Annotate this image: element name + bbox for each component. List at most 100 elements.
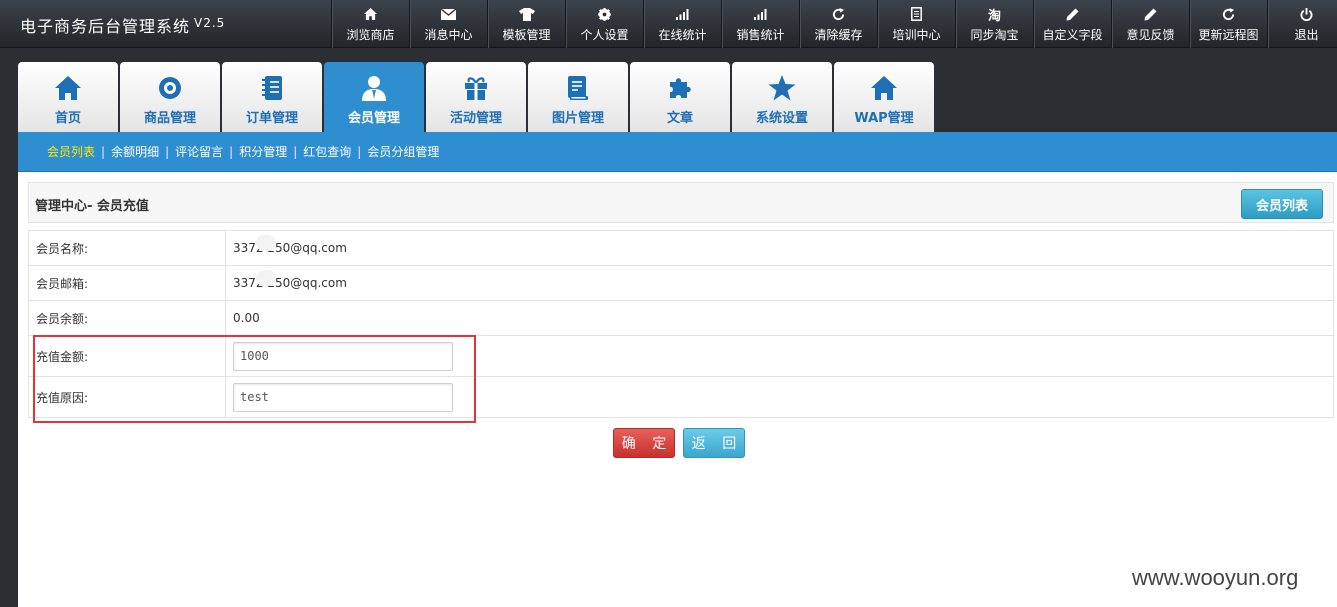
topnav-logout[interactable]: 退出 [1267,0,1337,48]
tab-label: 会员管理 [347,111,400,126]
confirm-button[interactable]: 确 定 [613,428,675,458]
form-row-member-balance: 会员余额: 0.00 [28,300,1334,336]
topnav-label: 消息中心 [424,28,473,42]
member-list-button[interactable]: 会员列表 [1241,189,1323,219]
tab-images[interactable]: 图片管理 [528,62,628,132]
tab-label: 订单管理 [245,111,298,126]
recharge-form: 会员名称: 3372 250@qq.com 会员邮箱: 3372 250@qq.… [28,230,1334,418]
subnav-separator: | [293,144,298,159]
topnav-label: 清除缓存 [814,28,863,42]
topnav-update-remote-images[interactable]: 更新远程图 [1189,0,1267,48]
subnav-separator: | [101,144,106,159]
home-icon [55,74,81,102]
notebook-icon [262,74,282,102]
topnav-training-center[interactable]: 培训中心 [877,0,955,48]
sub-nav: 会员列表 | 余额明细 | 评论留言 | 积分管理 | 红包查询 | 会员分组管… [18,132,1337,172]
field-label: 会员名称: [28,230,226,266]
app-title: 电子商务后台管理系统 V2.5 [20,13,225,37]
page-title: 管理中心- 会员充值 [35,199,149,214]
topnav-sync-taobao[interactable]: 淘 同步淘宝 [955,0,1033,48]
pencil-icon [1144,6,1157,22]
home-icon [871,74,897,102]
topnav-label: 更新远程图 [1198,28,1259,42]
main-panel: 首页 商品管理 订单管理 会员管理 活动管理 图片管理 文章 系统设置 WAP管… [18,48,1337,607]
top-nav: 浏览商店 消息中心 模板管理 个人设置 在线统计 销售统计 清除缓存 培训中心 … [331,0,1337,48]
panel-header: 管理中心- 会员充值 会员列表 [28,182,1334,223]
disc-icon [158,74,182,102]
tab-products[interactable]: 商品管理 [120,62,220,132]
topnav-browse-store[interactable]: 浏览商店 [331,0,409,48]
subnav-separator: | [229,144,234,159]
topnav-label: 培训中心 [892,28,941,42]
topnav-label: 退出 [1294,28,1319,42]
star-icon [768,74,796,102]
document-icon [911,6,922,22]
signal-icon [754,6,767,22]
user-icon [361,74,387,102]
recharge-reason-input[interactable] [233,382,453,412]
watermark: www.wooyun.org [1132,565,1299,590]
subnav-separator: | [357,144,362,159]
member-email-value: 3372 250@qq.com [225,265,1334,301]
tab-label: 系统设置 [755,111,808,126]
tab-home[interactable]: 首页 [18,62,118,132]
redaction-mask [256,235,276,251]
tab-system-settings[interactable]: 系统设置 [732,62,832,132]
topnav-label: 浏览商店 [346,28,395,42]
tshirt-icon [518,6,535,22]
form-row-member-email: 会员邮箱: 3372 250@qq.com [28,265,1334,301]
tab-wap[interactable]: WAP管理 [834,62,934,132]
tab-articles[interactable]: 文章 [630,62,730,132]
subnav-comments[interactable]: 评论留言 [175,143,223,160]
topnav-custom-fields[interactable]: 自定义字段 [1033,0,1111,48]
topnav-sales-stats[interactable]: 销售统计 [721,0,799,48]
member-name-value: 3372 250@qq.com [225,230,1334,266]
topnav-label: 模板管理 [502,28,551,42]
subnav-separator: | [165,144,170,159]
tab-label: 活动管理 [449,111,502,126]
refresh-icon [832,6,845,22]
field-label: 充值原因: [28,376,226,418]
subnav-member-groups[interactable]: 会员分组管理 [367,143,439,160]
tab-activities[interactable]: 活动管理 [426,62,526,132]
recharge-reason-cell [225,376,1334,418]
tab-label: 首页 [54,111,81,126]
app-name: 电子商务后台管理系统 [20,17,191,36]
puzzle-icon [668,74,692,102]
form-row-member-name: 会员名称: 3372 250@qq.com [28,230,1334,266]
recharge-amount-input[interactable] [233,341,453,371]
gear-icon [598,6,611,22]
form-row-recharge-amount: 充值金额: [28,335,1334,377]
topnav-label: 意见反馈 [1126,28,1175,42]
back-button[interactable]: 返 回 [683,428,745,458]
book-icon [568,74,588,102]
recharge-amount-cell [225,335,1334,377]
app-version: V2.5 [194,16,226,30]
topnav-personal-settings[interactable]: 个人设置 [565,0,643,48]
module-tabs: 首页 商品管理 订单管理 会员管理 活动管理 图片管理 文章 系统设置 WAP管… [18,62,936,132]
subnav-member-list[interactable]: 会员列表 [47,143,95,160]
envelope-icon [441,6,456,22]
topnav-label: 个人设置 [580,28,629,42]
topnav-message-center[interactable]: 消息中心 [409,0,487,48]
taobao-icon: 淘 [987,8,1001,24]
pencil-icon [1066,6,1079,22]
tab-members[interactable]: 会员管理 [324,62,424,132]
topnav-feedback[interactable]: 意见反馈 [1111,0,1189,48]
subnav-balance-detail[interactable]: 余额明细 [111,143,159,160]
subnav-points[interactable]: 积分管理 [239,143,287,160]
content-area: 管理中心- 会员充值 会员列表 会员名称: 3372 250@qq.com 会员… [18,172,1337,607]
topnav-online-stats[interactable]: 在线统计 [643,0,721,48]
subnav-red-packets[interactable]: 红包查询 [303,143,351,160]
topnav-label: 在线统计 [658,28,707,42]
power-icon [1300,6,1313,22]
home-icon [364,6,377,22]
topnav-clear-cache[interactable]: 清除缓存 [799,0,877,48]
member-balance-value: 0.00 [225,300,1334,336]
topnav-label: 销售统计 [736,28,785,42]
top-bar: 电子商务后台管理系统 V2.5 浏览商店 消息中心 模板管理 个人设置 在线统计… [0,0,1337,48]
gift-icon [464,74,488,102]
topnav-template-manage[interactable]: 模板管理 [487,0,565,48]
tab-orders[interactable]: 订单管理 [222,62,322,132]
tab-label: 图片管理 [551,111,604,126]
